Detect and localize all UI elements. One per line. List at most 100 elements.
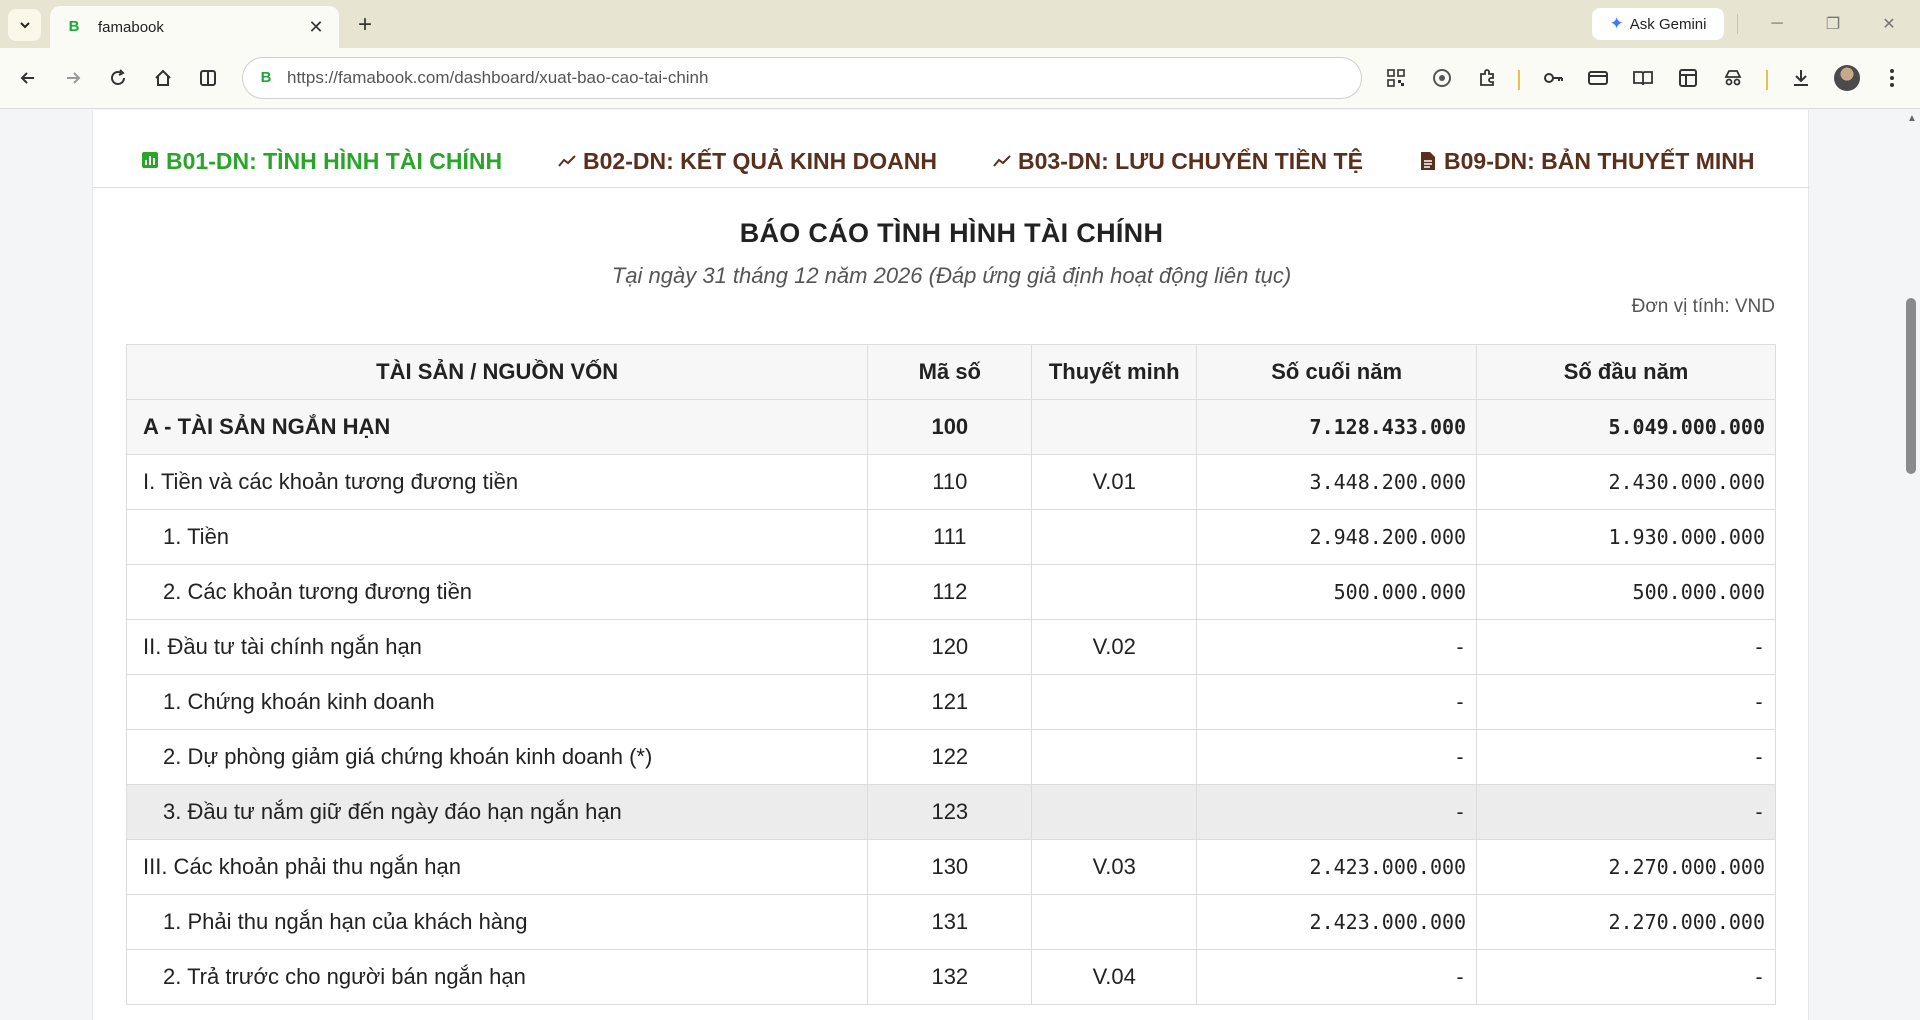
currency-unit: Đơn vị tính: VND <box>1631 296 1775 317</box>
chevron-down-icon <box>19 22 30 29</box>
page-viewport: B01-DN: TÌNH HÌNH TÀI CHÍNH B02-DN: KẾT … <box>0 110 1920 1020</box>
report-subtitle: Tại ngày 31 tháng 12 năm 2026 (Đáp ứng g… <box>611 263 1292 288</box>
screenshot-icon[interactable] <box>1426 62 1458 94</box>
menu-kebab-icon[interactable] <box>1876 62 1908 94</box>
row-year-begin-value: 2.270.000.000 <box>1476 894 1776 950</box>
column-header-item: TÀI SẢN / NGUỒN VỐN <box>125 344 869 400</box>
restore-window-icon[interactable]: ❐ <box>1810 8 1856 40</box>
table-header-row: TÀI SẢN / NGUỒN VỐN Mã số Thuyết minh Số… <box>125 344 1776 400</box>
row-code: 122 <box>867 729 1033 785</box>
row-year-end-value: - <box>1196 674 1478 730</box>
report-card: B01-DN: TÌNH HÌNH TÀI CHÍNH B02-DN: KẾT … <box>92 110 1810 1020</box>
tab-search-button[interactable] <box>8 9 41 41</box>
row-code: 110 <box>867 454 1033 510</box>
row-name: 2. Trả trước cho người bán ngắn hạn <box>125 949 869 1005</box>
browser-tab-active[interactable]: B famabook ✕ <box>50 6 339 48</box>
row-note <box>1031 784 1198 840</box>
report-title: BÁO CÁO TÌNH HÌNH TÀI CHÍNH <box>739 218 1164 248</box>
row-code: 130 <box>867 839 1033 895</box>
password-key-icon[interactable] <box>1537 62 1569 94</box>
split-view-icon[interactable] <box>192 62 224 94</box>
address-url[interactable]: https://famabook.com/dashboard/xuat-bao-… <box>287 68 708 88</box>
close-tab-icon[interactable]: ✕ <box>305 16 327 38</box>
home-icon[interactable] <box>147 62 179 94</box>
toolbar-divider <box>1518 70 1520 90</box>
trend-line-icon <box>557 152 577 173</box>
row-year-begin-value: 2.270.000.000 <box>1476 839 1776 895</box>
column-header-year-begin: Số đầu năm <box>1476 344 1776 400</box>
row-year-begin-value: - <box>1476 619 1776 675</box>
row-note <box>1031 729 1198 785</box>
row-year-begin-value: - <box>1476 949 1776 1005</box>
reload-icon[interactable] <box>102 62 134 94</box>
row-note: V.01 <box>1031 454 1198 510</box>
report-tabs: B01-DN: TÌNH HÌNH TÀI CHÍNH B02-DN: KẾT … <box>93 148 1810 188</box>
row-note <box>1031 674 1198 730</box>
forward-icon[interactable] <box>57 62 89 94</box>
column-header-year-end: Số cuối năm <box>1196 344 1478 400</box>
back-icon[interactable] <box>12 62 44 94</box>
row-name: 2. Dự phòng giảm giá chứng khoán kinh do… <box>125 729 869 785</box>
row-year-end-value: 2.423.000.000 <box>1196 839 1478 895</box>
row-name: 3. Đầu tư nắm giữ đến ngày đáo hạn ngắn … <box>125 784 869 840</box>
site-favicon-icon: B <box>68 18 80 35</box>
row-note: V.04 <box>1031 949 1198 1005</box>
address-bar[interactable]: B https://famabook.com/dashboard/xuat-ba… <box>242 57 1362 99</box>
table-row: III. Các khoản phải thu ngắn hạn 130 V.0… <box>125 839 1776 895</box>
window-controls-divider <box>1737 14 1738 34</box>
row-note <box>1031 399 1198 455</box>
tab-label: B01-DN: TÌNH HÌNH TÀI CHÍNH <box>166 148 503 174</box>
row-year-begin-value: 1.930.000.000 <box>1476 509 1776 565</box>
row-name: A - TÀI SẢN NGẮN HẠN <box>125 399 869 455</box>
site-favicon-icon: B <box>260 69 272 86</box>
scroll-up-arrow-icon[interactable]: ▲ <box>1905 112 1919 126</box>
row-code: 131 <box>867 894 1033 950</box>
row-code: 112 <box>867 564 1033 620</box>
row-name: III. Các khoản phải thu ngắn hạn <box>125 839 869 895</box>
row-year-end-value: 7.128.433.000 <box>1196 399 1478 455</box>
tab-b09-explanatory-notes[interactable]: B09-DN: BẢN THUYẾT MINH <box>1418 148 1755 188</box>
row-code: 120 <box>867 619 1033 675</box>
gemini-sparkle-icon: ✦ <box>1609 14 1624 33</box>
row-year-end-value: - <box>1196 619 1478 675</box>
column-header-code: Mã số <box>867 344 1033 400</box>
reading-mode-icon[interactable] <box>1627 62 1659 94</box>
table-row: 2. Các khoản tương đương tiền 112 500.00… <box>125 564 1776 620</box>
extensions-icon[interactable] <box>1471 62 1503 94</box>
row-year-end-value: - <box>1196 949 1478 1005</box>
incognito-icon[interactable] <box>1717 62 1749 94</box>
ask-gemini-label: Ask Gemini <box>1629 15 1707 33</box>
row-code: 100 <box>867 399 1033 455</box>
row-name: I. Tiền và các khoản tương đương tiền <box>125 454 869 510</box>
row-note: V.02 <box>1031 619 1198 675</box>
row-name: 2. Các khoản tương đương tiền <box>125 564 869 620</box>
new-tab-button[interactable]: + <box>350 11 380 39</box>
row-year-begin-value: - <box>1476 674 1776 730</box>
tab-title: famabook <box>98 18 164 36</box>
row-code: 121 <box>867 674 1033 730</box>
row-code: 123 <box>867 784 1033 840</box>
row-year-end-value: 2.948.200.000 <box>1196 509 1478 565</box>
qr-code-icon[interactable] <box>1380 62 1412 94</box>
layout-icon[interactable] <box>1672 62 1704 94</box>
download-icon[interactable] <box>1785 62 1817 94</box>
profile-avatar[interactable] <box>1834 65 1860 91</box>
tab-label: B03-DN: LƯU CHUYỂN TIỀN TỆ <box>1018 148 1363 174</box>
table-row: 1. Chứng khoán kinh doanh 121 - - <box>125 674 1776 730</box>
page-scrollbar[interactable] <box>1904 110 1920 1020</box>
ask-gemini-button[interactable]: ✦ Ask Gemini <box>1592 8 1724 40</box>
close-window-icon[interactable]: ✕ <box>1866 8 1912 40</box>
payment-card-icon[interactable] <box>1582 62 1614 94</box>
tab-b01-financial-position[interactable]: B01-DN: TÌNH HÌNH TÀI CHÍNH <box>140 148 502 188</box>
minimize-window-icon[interactable]: ─ <box>1754 8 1800 40</box>
table-row: 2. Dự phòng giảm giá chứng khoán kinh do… <box>125 729 1776 785</box>
row-note: V.03 <box>1031 839 1198 895</box>
document-icon <box>1418 152 1438 175</box>
row-year-end-value: 3.448.200.000 <box>1196 454 1478 510</box>
tab-b03-cash-flow[interactable]: B03-DN: LƯU CHUYỂN TIỀN TỆ <box>992 148 1363 188</box>
row-year-end-value: 500.000.000 <box>1196 564 1478 620</box>
scrollbar-thumb[interactable] <box>1906 298 1916 474</box>
row-year-end-value: - <box>1196 784 1478 840</box>
tab-b02-business-results[interactable]: B02-DN: KẾT QUẢ KINH DOANH <box>557 148 937 188</box>
tab-label: B09-DN: BẢN THUYẾT MINH <box>1444 148 1755 174</box>
